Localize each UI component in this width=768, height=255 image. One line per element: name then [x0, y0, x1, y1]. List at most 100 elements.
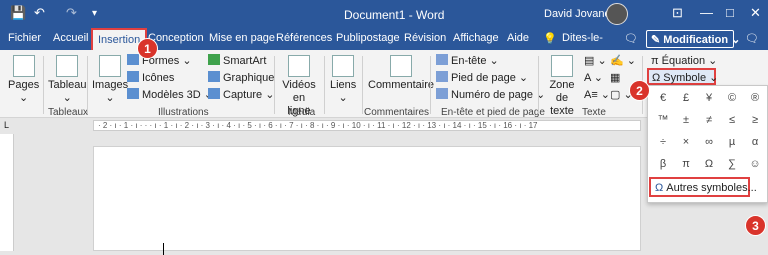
- group-tableaux-label: Tableaux: [48, 107, 89, 118]
- more-symbols-button[interactable]: Ω Autres symboles...: [649, 177, 757, 197]
- undo-icon[interactable]: ↶: [34, 5, 45, 21]
- entete-button[interactable]: En-tête ⌄: [436, 54, 499, 67]
- customize-quick-access-icon[interactable]: ▾: [92, 8, 97, 19]
- smartart-button[interactable]: SmartArt: [208, 54, 266, 67]
- equation-label: Équation: [661, 55, 706, 67]
- chart-icon: [208, 71, 220, 82]
- symbol-cell[interactable]: ∞: [698, 132, 720, 153]
- symbol-cell[interactable]: π: [675, 154, 697, 175]
- capture-button[interactable]: Capture ⌄: [208, 88, 274, 101]
- zone-texte-button[interactable]: Zone de texte: [544, 55, 580, 118]
- minimize-icon[interactable]: —: [700, 5, 713, 20]
- lightbulb-icon: 💡: [543, 33, 557, 45]
- tab-revision[interactable]: Révision: [404, 32, 446, 44]
- symbol-cell[interactable]: ®: [744, 88, 766, 109]
- pages-button[interactable]: Pages ⌄: [8, 55, 39, 105]
- document-page[interactable]: [93, 146, 641, 251]
- icons-icon: [127, 71, 139, 82]
- numero-button[interactable]: Numéro de page ⌄: [436, 88, 545, 101]
- pied-button[interactable]: Pied de page ⌄: [436, 71, 528, 84]
- tab-selector-icon[interactable]: L: [4, 120, 9, 130]
- omega-icon: Ω: [655, 182, 667, 194]
- equation-button[interactable]: π Équation ⌄: [651, 54, 717, 67]
- wordart-icon[interactable]: A ⌄: [584, 71, 603, 84]
- step-badge-3: 3: [745, 215, 766, 236]
- symbol-cell[interactable]: ±: [675, 110, 697, 131]
- pencil-icon: ✎: [651, 34, 664, 46]
- vertical-ruler: [0, 134, 14, 251]
- tableau-button[interactable]: Tableau ⌄: [48, 55, 87, 105]
- symbol-cell[interactable]: ≤: [721, 110, 743, 131]
- liens-button[interactable]: Liens ⌄: [330, 55, 356, 105]
- symbole-button[interactable]: Ω Symbole ⌄: [647, 68, 718, 85]
- symbol-cell[interactable]: ≥: [744, 110, 766, 131]
- symbol-cell[interactable]: ≠: [698, 110, 720, 131]
- dropcap-icon[interactable]: A≡ ⌄: [584, 88, 610, 101]
- modeles3d-label: Modèles 3D: [142, 89, 201, 101]
- symbol-cell[interactable]: α: [744, 132, 766, 153]
- tab-mise-en-page[interactable]: Mise en page: [209, 32, 275, 44]
- symbol-cell[interactable]: ™: [652, 110, 674, 131]
- group-entete-label: En-tête et pied de page: [441, 107, 545, 118]
- redo-icon[interactable]: ↷: [66, 5, 77, 21]
- symbol-cell[interactable]: β: [652, 154, 674, 175]
- modification-button[interactable]: ✎ Modification ⌄: [646, 30, 740, 48]
- tell-me-field[interactable]: Dites-le-: [562, 32, 603, 44]
- smartart-label: SmartArt: [223, 55, 267, 67]
- symbol-cell[interactable]: ¥: [698, 88, 720, 109]
- symbol-cell[interactable]: ©: [721, 88, 743, 109]
- tab-references[interactable]: Références: [276, 32, 332, 44]
- tableau-label: Tableau: [48, 79, 87, 91]
- add-comment-icon: [390, 55, 413, 77]
- tab-accueil[interactable]: Accueil: [53, 32, 88, 44]
- capture-label: Capture: [223, 89, 263, 101]
- symbol-cell[interactable]: ☺: [744, 154, 766, 175]
- pages-label: Pages: [8, 79, 40, 91]
- images-button[interactable]: Images ⌄: [92, 55, 128, 105]
- tab-affichage[interactable]: Affichage: [453, 32, 499, 44]
- cube-icon: [127, 88, 139, 99]
- icones-label: Icônes: [142, 72, 175, 84]
- maximize-icon[interactable]: □: [726, 5, 734, 20]
- save-icon[interactable]: 💾: [10, 5, 26, 21]
- ruler-scale[interactable]: · 2 · ı · 1 · ı · · · ı · 1 · ı · 2 · ı …: [93, 120, 641, 131]
- share-icon[interactable]: 🗨: [745, 32, 759, 45]
- close-icon[interactable]: ✕: [750, 5, 761, 21]
- group-texte-label: Texte: [582, 107, 606, 118]
- tab-fichier[interactable]: Fichier: [8, 32, 41, 44]
- group-media-label: Média: [288, 107, 316, 118]
- signature-icon[interactable]: ✍ ⌄: [610, 54, 636, 67]
- formes-button[interactable]: Formes ⌄: [127, 54, 192, 67]
- commentaire-button[interactable]: Commentaire: [368, 55, 434, 92]
- symbol-cell[interactable]: Ω: [698, 154, 720, 175]
- images-label: Images: [92, 79, 129, 91]
- symbol-cell[interactable]: £: [675, 88, 697, 109]
- title-bar: 💾 ↶ ↷ ▾ Document1 - Word David Jovanovic…: [0, 0, 768, 28]
- symbol-cell[interactable]: €: [652, 88, 674, 109]
- group-commentaires-label: Commentaires: [364, 107, 430, 118]
- smartart-icon: [208, 54, 220, 65]
- shapes-icon: [127, 54, 139, 65]
- modeles3d-button[interactable]: Modèles 3D ⌄: [127, 88, 213, 101]
- symbol-cell[interactable]: ×: [675, 132, 697, 153]
- table-icon: [56, 55, 79, 77]
- avatar[interactable]: [606, 3, 628, 25]
- symbol-cell[interactable]: ∑: [721, 154, 743, 175]
- link-icon: [332, 55, 355, 77]
- symbol-cell[interactable]: ÷: [652, 132, 674, 153]
- icones-button[interactable]: Icônes: [127, 71, 174, 84]
- text-cursor: [163, 243, 164, 255]
- graphique-button[interactable]: Graphique: [208, 71, 274, 84]
- footer-icon: [436, 71, 448, 82]
- symbole-label: Symbole: [663, 72, 707, 84]
- datetime-icon[interactable]: ▦: [610, 71, 620, 84]
- symbol-cell[interactable]: µ: [721, 132, 743, 153]
- tab-publipostage[interactable]: Publipostage: [336, 32, 400, 44]
- tab-aide[interactable]: Aide: [507, 32, 529, 44]
- ribbon-display-icon[interactable]: ⊡: [672, 5, 683, 21]
- step-badge-1: 1: [137, 38, 158, 59]
- quickparts-icon[interactable]: ▤ ⌄: [584, 54, 607, 67]
- comments-icon[interactable]: 🗨: [624, 32, 638, 45]
- zone-texte-label: Zone de texte: [549, 79, 575, 117]
- step-badge-2: 2: [629, 80, 650, 101]
